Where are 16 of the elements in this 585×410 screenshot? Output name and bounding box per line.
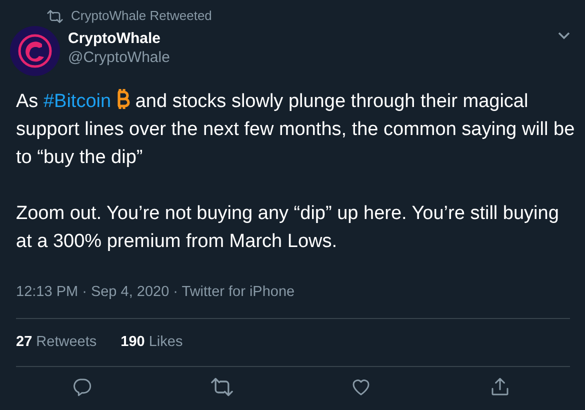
stat-link[interactable]: 190 Likes (120, 332, 183, 354)
reply-icon[interactable] (72, 376, 92, 396)
retweet-banner-text: CryptoWhale Retweeted (71, 7, 212, 26)
stat-link[interactable]: 27 Retweets (16, 332, 97, 354)
share-icon[interactable] (490, 376, 510, 396)
tweet-text: Zoom out. You’re not buying any “dip” up here. You’re still buying at a 300% premium from March Lows. (16, 202, 560, 254)
tweet-text: As #Bitcoin and stocks slowly plunge through their magical support lines over the next few months, the common saying will be to “buy the dip” (16, 88, 576, 172)
author-handle[interactable]: @CryptoWhale (68, 48, 558, 67)
retweet-icon[interactable] (210, 376, 233, 396)
heart-icon[interactable] (351, 376, 372, 396)
avatar-icon[interactable] (10, 26, 60, 76)
hashtag-link[interactable]: #Bitcoin (43, 91, 112, 112)
retweet-icon (47, 10, 63, 22)
chevron-down-icon[interactable] (558, 32, 570, 40)
author-name[interactable]: CryptoWhale (68, 29, 558, 48)
tweet-timestamp: 12:13 PM · Sep 4, 2020 · Twitter for iPhone (16, 283, 296, 302)
